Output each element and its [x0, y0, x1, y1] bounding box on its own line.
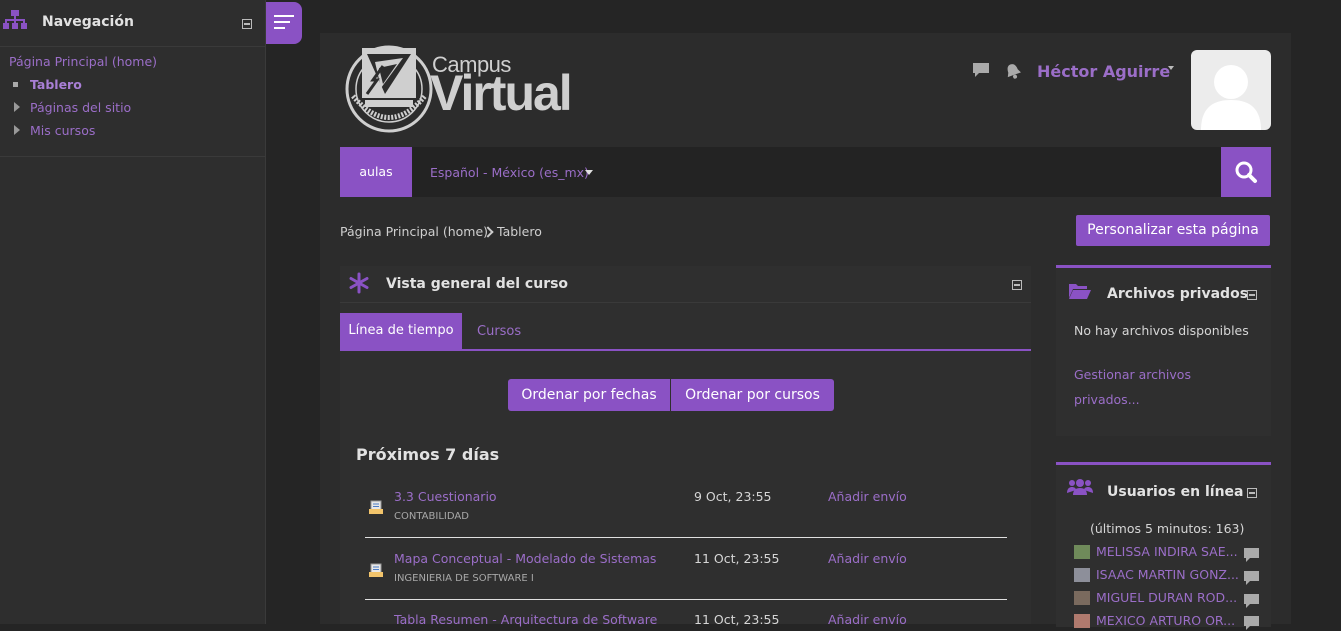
section-heading-next-7-days: Próximos 7 días: [356, 445, 500, 464]
hamburger-line: [274, 27, 285, 29]
language-selector[interactable]: Español - México (es_mx): [430, 165, 589, 180]
navigation-drawer: Navegación Página Principal (home) Table…: [0, 0, 266, 624]
private-files-title: Archivos privados: [1107, 286, 1249, 302]
message-user-icon[interactable]: [1243, 593, 1260, 609]
chevron-down-icon[interactable]: [585, 170, 593, 175]
nav-item-site-pages[interactable]: Páginas del sitio: [30, 100, 131, 115]
tab-timeline[interactable]: Línea de tiempo: [340, 313, 462, 349]
drawer-toggle-button[interactable]: [266, 2, 302, 44]
search-button[interactable]: [1221, 147, 1271, 197]
sort-by-dates-button[interactable]: Ordenar por fechas: [508, 379, 670, 411]
default-user-icon: [1201, 65, 1261, 130]
tabs-underline: [340, 349, 1031, 351]
message-user-icon[interactable]: [1243, 615, 1260, 631]
course-overview-title: Vista general del curso: [386, 276, 569, 292]
folder-open-icon: [1069, 284, 1091, 299]
user-avatar[interactable]: [1074, 545, 1090, 559]
user-avatar[interactable]: [1074, 568, 1090, 582]
navigation-title: Navegación: [42, 14, 134, 30]
users-icon: [1067, 479, 1093, 495]
bullet-icon: [13, 82, 18, 87]
event-date: 9 Oct, 23:55: [694, 489, 772, 504]
add-submission-link[interactable]: Añadir envío: [828, 489, 907, 504]
asterisk-icon: [349, 272, 369, 294]
collapse-block-icon[interactable]: [1247, 290, 1257, 300]
nav-item-my-courses[interactable]: Mis cursos: [30, 123, 95, 138]
message-user-icon[interactable]: [1243, 547, 1260, 563]
event-date: 11 Oct, 23:55: [694, 551, 780, 566]
hamburger-line: [274, 15, 294, 17]
chevron-down-icon[interactable]: [1168, 66, 1174, 70]
search-icon: [1235, 161, 1257, 183]
online-user-link[interactable]: MELISSA INDIRA SAE...: [1096, 544, 1238, 559]
user-avatar[interactable]: [1074, 591, 1090, 605]
nav-item-tablero[interactable]: Tablero: [30, 77, 82, 92]
menu-item-aulas[interactable]: aulas: [340, 147, 412, 197]
online-users-count: (últimos 5 minutos: 163): [1090, 521, 1245, 536]
event-title[interactable]: 3.3 Cuestionario: [394, 489, 497, 504]
tab-courses[interactable]: Cursos: [477, 324, 521, 339]
customize-page-button[interactable]: Personalizar esta página: [1076, 215, 1270, 246]
sort-by-courses-button[interactable]: Ordenar por cursos: [671, 379, 834, 411]
collapse-block-icon[interactable]: [1247, 488, 1257, 498]
add-submission-link[interactable]: Añadir envío: [828, 551, 907, 566]
online-user-link[interactable]: MEXICO ARTURO OR...: [1096, 613, 1235, 628]
nav-item-home[interactable]: Página Principal (home): [9, 54, 157, 69]
event-date: 11 Oct, 23:55: [694, 612, 780, 627]
event-course: CONTABILIDAD: [394, 511, 469, 522]
sitemap-icon: [3, 10, 27, 29]
hamburger-line: [274, 21, 290, 23]
avatar[interactable]: [1191, 50, 1271, 130]
collapse-block-icon[interactable]: [242, 19, 252, 29]
breadcrumb-current: Tablero: [497, 224, 542, 239]
manage-private-files-link[interactable]: Gestionar archivos privados...: [1074, 362, 1224, 412]
messages-icon[interactable]: [972, 62, 990, 78]
divider: [0, 46, 265, 47]
add-submission-link[interactable]: Añadir envío: [828, 612, 907, 627]
quiz-icon: [369, 500, 383, 514]
online-user-link[interactable]: ISAAC MARTIN GONZ...: [1096, 567, 1239, 582]
expand-arrow-icon[interactable]: [14, 125, 20, 135]
navigation-block-header: Navegación: [0, 0, 265, 46]
event-course: INGENIERIA DE SOFTWARE I: [394, 573, 534, 584]
divider: [0, 156, 265, 157]
user-avatar[interactable]: [1074, 614, 1090, 628]
divider: [365, 537, 1007, 538]
event-title[interactable]: Mapa Conceptual - Modelado de Sistemas: [394, 551, 656, 566]
collapse-block-icon[interactable]: [1012, 280, 1022, 290]
assignment-icon: [369, 563, 383, 577]
message-user-icon[interactable]: [1243, 570, 1260, 586]
expand-arrow-icon[interactable]: [14, 102, 20, 112]
logo-text-virtual: Virtual: [430, 65, 573, 121]
online-users-title: Usuarios en línea: [1107, 484, 1244, 500]
no-files-text: No hay archivos disponibles: [1074, 323, 1249, 338]
online-user-link[interactable]: MIGUEL DURAN ROD...: [1096, 590, 1237, 605]
user-menu-name[interactable]: Héctor Aguirre: [1037, 62, 1170, 81]
divider: [365, 599, 1007, 600]
notifications-bell-icon[interactable]: [1004, 62, 1022, 80]
event-title[interactable]: Tabla Resumen - Arquitectura de Software: [394, 612, 657, 627]
breadcrumb-home[interactable]: Página Principal (home): [340, 224, 488, 239]
